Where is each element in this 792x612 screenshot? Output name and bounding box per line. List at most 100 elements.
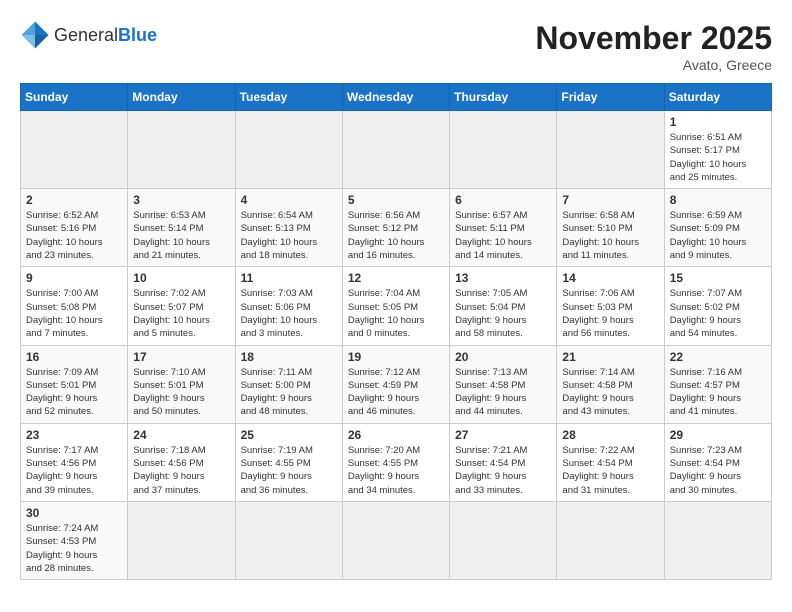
logo: GeneralBlue — [20, 20, 157, 50]
calendar-cell: 26 Sunrise: 7:20 AMSunset: 4:55 PMDayligh… — [342, 423, 449, 501]
calendar-cell: 28Sunrise: 7:22 AMSunset: 4:54 PMDayligh… — [557, 423, 664, 501]
day-number: 29 — [670, 428, 766, 442]
day-info: Sunrise: 6:51 AMSunset: 5:17 PMDaylight:… — [670, 131, 766, 184]
calendar-cell: 24Sunrise: 7:18 AMSunset: 4:56 PMDayligh… — [128, 423, 235, 501]
calendar-cell: 6Sunrise: 6:57 AMSunset: 5:11 PMDaylight… — [450, 189, 557, 267]
calendar-cell: 22 Sunrise: 7:16 AMSunset: 4:57 PMDayligh… — [664, 345, 771, 423]
calendar-cell — [128, 111, 235, 189]
day-number: 2 — [26, 193, 122, 207]
day-info: Sunrise: 6:53 AMSunset: 5:14 PMDaylight:… — [133, 209, 229, 262]
day-info: Sunrise: 7:11 AMSunset: 5:00 PMDaylight:… — [241, 366, 337, 419]
calendar-cell: 23 Sunrise: 7:17 AMSunset: 4:56 PMDayligh… — [21, 423, 128, 501]
day-info: Sunrise: 7:06 AMSunset: 5:03 PMDaylight:… — [562, 287, 658, 340]
day-number: 17 — [133, 350, 229, 364]
page-header: GeneralBlue November 2025 Avato, Greece — [20, 20, 772, 73]
day-info: Sunrise: 7:07 AMSunset: 5:02 PMDaylight:… — [670, 287, 766, 340]
calendar-cell: 4 Sunrise: 6:54 AMSunset: 5:13 PMDaylight… — [235, 189, 342, 267]
calendar-cell — [450, 111, 557, 189]
day-number: 20 — [455, 350, 551, 364]
calendar-cell: 17Sunrise: 7:10 AMSunset: 5:01 PMDayligh… — [128, 345, 235, 423]
calendar-cell: 27 Sunrise: 7:21 AMSunset: 4:54 PMDayligh… — [450, 423, 557, 501]
day-number: 19 — [348, 350, 444, 364]
day-info: Sunrise: 7:18 AMSunset: 4:56 PMDaylight:… — [133, 444, 229, 497]
calendar-cell — [235, 111, 342, 189]
title-block: November 2025 Avato, Greece — [535, 20, 772, 73]
day-info: Sunrise: 7:04 AMSunset: 5:05 PMDaylight:… — [348, 287, 444, 340]
calendar-cell — [557, 111, 664, 189]
day-info: Sunrise: 7:00 AMSunset: 5:08 PMDaylight:… — [26, 287, 122, 340]
calendar-cell — [664, 501, 771, 579]
day-number: 1 — [670, 115, 766, 129]
day-info: Sunrise: 7:09 AMSunset: 5:01 PMDaylight:… — [26, 366, 122, 419]
day-number: 18 — [241, 350, 337, 364]
day-number: 8 — [670, 193, 766, 207]
day-number: 4 — [241, 193, 337, 207]
day-info: Sunrise: 6:59 AMSunset: 5:09 PMDaylight:… — [670, 209, 766, 262]
day-info: Sunrise: 6:52 AMSunset: 5:16 PMDaylight:… — [26, 209, 122, 262]
calendar-cell: 30Sunrise: 7:24 AMSunset: 4:53 PMDayligh… — [21, 501, 128, 579]
day-number: 12 — [348, 271, 444, 285]
day-info: Sunrise: 7:22 AMSunset: 4:54 PMDaylight:… — [562, 444, 658, 497]
calendar-cell: 7Sunrise: 6:58 AMSunset: 5:10 PMDaylight… — [557, 189, 664, 267]
day-number: 11 — [241, 271, 337, 285]
calendar-week-3: 9 Sunrise: 7:00 AMSunset: 5:08 PMDaylight… — [21, 267, 772, 345]
day-number: 6 — [455, 193, 551, 207]
day-info: Sunrise: 7:17 AMSunset: 4:56 PMDaylight:… — [26, 444, 122, 497]
weekday-header-row: SundayMondayTuesdayWednesdayThursdayFrid… — [21, 84, 772, 111]
calendar-week-5: 23 Sunrise: 7:17 AMSunset: 4:56 PMDayligh… — [21, 423, 772, 501]
calendar-cell: 2 Sunrise: 6:52 AMSunset: 5:16 PMDaylight… — [21, 189, 128, 267]
day-info: Sunrise: 7:21 AMSunset: 4:54 PMDaylight:… — [455, 444, 551, 497]
calendar-cell — [450, 501, 557, 579]
calendar-cell: 12 Sunrise: 7:04 AMSunset: 5:05 PMDayligh… — [342, 267, 449, 345]
day-number: 14 — [562, 271, 658, 285]
logo-text: GeneralBlue — [54, 25, 157, 46]
calendar-cell: 11 Sunrise: 7:03 AMSunset: 5:06 PMDayligh… — [235, 267, 342, 345]
calendar-cell: 13Sunrise: 7:05 AMSunset: 5:04 PMDayligh… — [450, 267, 557, 345]
calendar-cell: 8 Sunrise: 6:59 AMSunset: 5:09 PMDaylight… — [664, 189, 771, 267]
calendar-cell: 20 Sunrise: 7:13 AMSunset: 4:58 PMDayligh… — [450, 345, 557, 423]
weekday-header-friday: Friday — [557, 84, 664, 111]
day-info: Sunrise: 7:03 AMSunset: 5:06 PMDaylight:… — [241, 287, 337, 340]
day-number: 30 — [26, 506, 122, 520]
day-info: Sunrise: 6:54 AMSunset: 5:13 PMDaylight:… — [241, 209, 337, 262]
weekday-header-tuesday: Tuesday — [235, 84, 342, 111]
day-info: Sunrise: 7:14 AMSunset: 4:58 PMDaylight:… — [562, 366, 658, 419]
day-number: 27 — [455, 428, 551, 442]
logo-icon — [20, 20, 50, 50]
calendar-cell: 29 Sunrise: 7:23 AMSunset: 4:54 PMDayligh… — [664, 423, 771, 501]
calendar-week-6: 30Sunrise: 7:24 AMSunset: 4:53 PMDayligh… — [21, 501, 772, 579]
calendar-cell — [235, 501, 342, 579]
day-number: 26 — [348, 428, 444, 442]
weekday-header-saturday: Saturday — [664, 84, 771, 111]
weekday-header-wednesday: Wednesday — [342, 84, 449, 111]
location-subtitle: Avato, Greece — [535, 57, 772, 73]
weekday-header-thursday: Thursday — [450, 84, 557, 111]
calendar-week-4: 16Sunrise: 7:09 AMSunset: 5:01 PMDayligh… — [21, 345, 772, 423]
day-number: 23 — [26, 428, 122, 442]
day-info: Sunrise: 7:13 AMSunset: 4:58 PMDaylight:… — [455, 366, 551, 419]
calendar-cell: 14 Sunrise: 7:06 AMSunset: 5:03 PMDayligh… — [557, 267, 664, 345]
day-number: 3 — [133, 193, 229, 207]
calendar-cell — [128, 501, 235, 579]
day-number: 15 — [670, 271, 766, 285]
calendar-cell: 3 Sunrise: 6:53 AMSunset: 5:14 PMDaylight… — [128, 189, 235, 267]
day-number: 9 — [26, 271, 122, 285]
day-number: 7 — [562, 193, 658, 207]
calendar-cell: 10Sunrise: 7:02 AMSunset: 5:07 PMDayligh… — [128, 267, 235, 345]
day-number: 22 — [670, 350, 766, 364]
calendar-cell — [21, 111, 128, 189]
calendar-cell: 5Sunrise: 6:56 AMSunset: 5:12 PMDaylight… — [342, 189, 449, 267]
month-title: November 2025 — [535, 20, 772, 57]
calendar-cell: 21 Sunrise: 7:14 AMSunset: 4:58 PMDayligh… — [557, 345, 664, 423]
day-number: 21 — [562, 350, 658, 364]
day-number: 25 — [241, 428, 337, 442]
calendar-cell — [342, 111, 449, 189]
calendar-cell: 25Sunrise: 7:19 AMSunset: 4:55 PMDayligh… — [235, 423, 342, 501]
calendar-week-2: 2 Sunrise: 6:52 AMSunset: 5:16 PMDaylight… — [21, 189, 772, 267]
day-info: Sunrise: 7:23 AMSunset: 4:54 PMDaylight:… — [670, 444, 766, 497]
calendar-cell — [557, 501, 664, 579]
day-info: Sunrise: 7:20 AMSunset: 4:55 PMDaylight:… — [348, 444, 444, 497]
day-info: Sunrise: 7:16 AMSunset: 4:57 PMDaylight:… — [670, 366, 766, 419]
day-info: Sunrise: 7:02 AMSunset: 5:07 PMDaylight:… — [133, 287, 229, 340]
calendar-cell: 9 Sunrise: 7:00 AMSunset: 5:08 PMDaylight… — [21, 267, 128, 345]
